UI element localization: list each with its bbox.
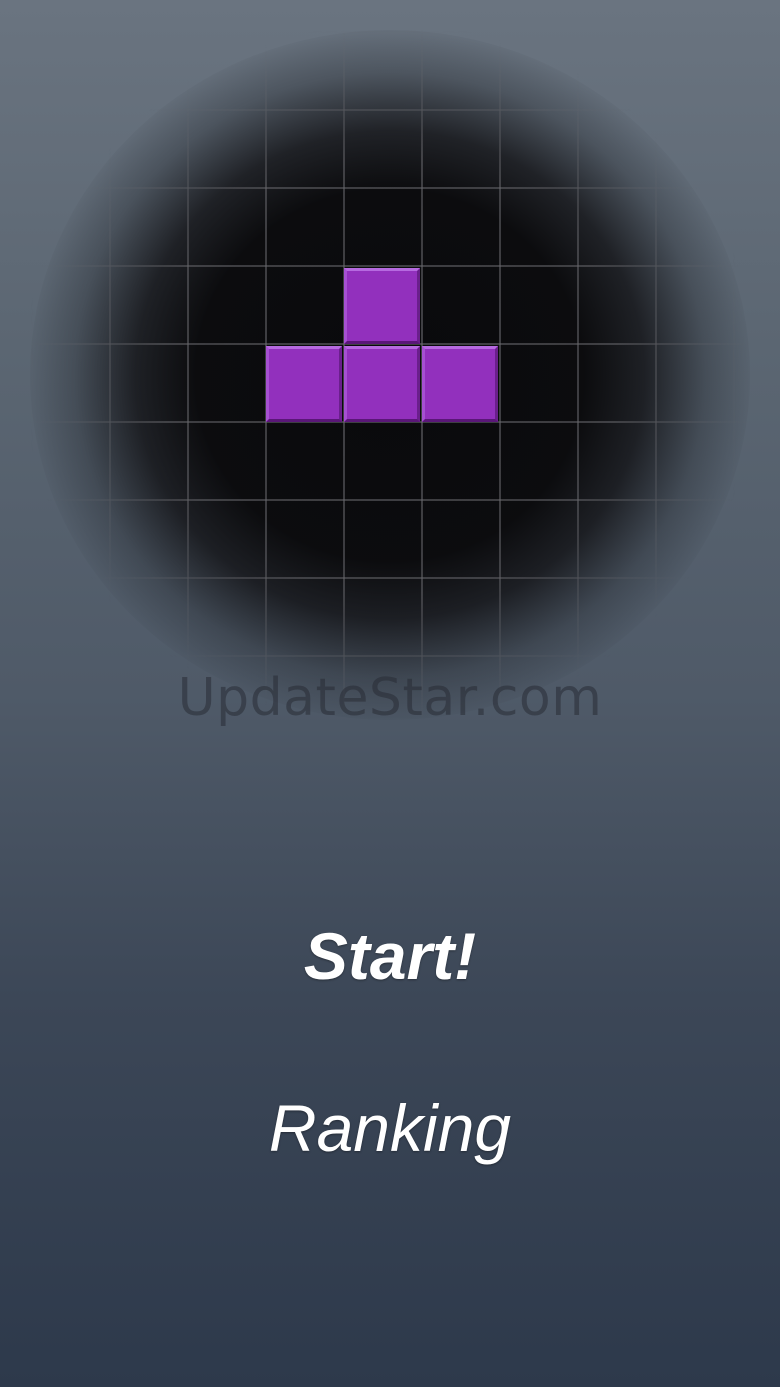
start-button[interactable]: Start! xyxy=(0,918,780,994)
tetromino-block xyxy=(344,268,420,344)
ranking-button[interactable]: Ranking xyxy=(0,1090,780,1166)
watermark-text: UpdateStar.com xyxy=(177,668,603,728)
tetromino-block xyxy=(344,346,420,422)
tetromino-block xyxy=(266,346,342,422)
tetromino-block xyxy=(422,346,498,422)
